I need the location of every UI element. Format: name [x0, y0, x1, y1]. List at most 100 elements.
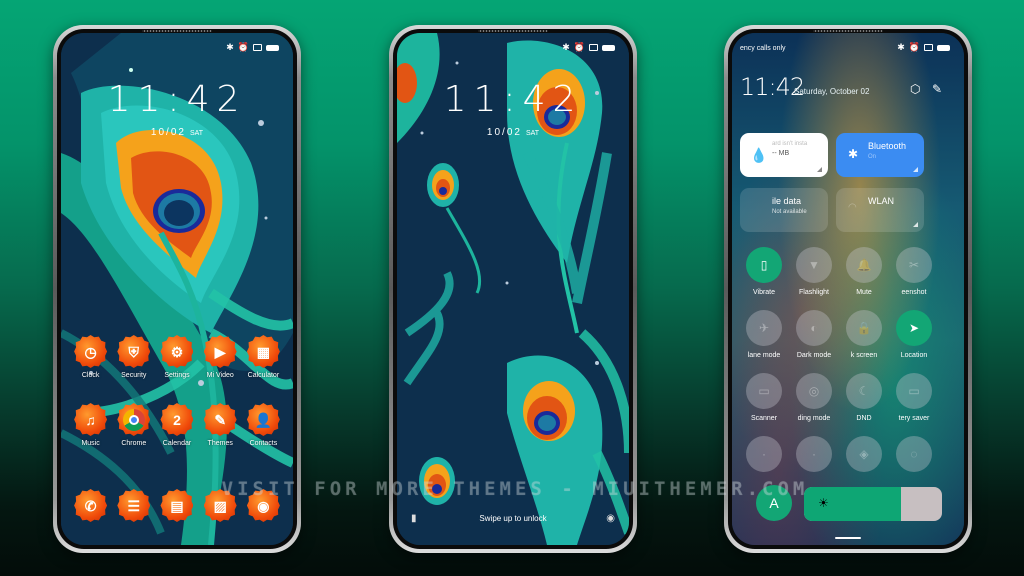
toggle-item-15[interactable]: ◌ [887, 436, 941, 472]
earpiece-speaker [478, 30, 548, 32]
person-icon: 👤 [247, 403, 280, 436]
phone-control-center: ency calls only ✱ ⏰ 11:42 Saturday, Octo… [724, 25, 972, 553]
toggle-item-14[interactable]: ◈ [837, 436, 891, 472]
phone-bezel: ✱ ⏰ 11:42 10/02 SAT ◷ Clock ⛨ Security ⚙ Setti… [57, 29, 297, 549]
toggle-label: ding mode [797, 415, 831, 422]
bluetooth-icon: ✱ [897, 42, 905, 52]
tile-wlan[interactable]: ◠ WLAN [836, 188, 924, 232]
home-indicator[interactable] [835, 537, 861, 539]
icon-glyph: ▦ [256, 343, 270, 360]
icon-glyph: 2 [173, 411, 181, 428]
app-phone[interactable]: ✆ [69, 489, 112, 522]
battery-icon [602, 44, 615, 51]
paintbrush-icon: ✎ [204, 403, 237, 436]
sim-icon [253, 44, 262, 51]
play-icon: ▶ [204, 335, 237, 368]
toggle-label: tery saver [898, 415, 930, 422]
app-mi-video[interactable]: ▶ Mi Video [199, 335, 242, 380]
settings-icon[interactable]: ⬡ [910, 82, 920, 96]
toggle-scanner[interactable]: ▭ Scanner [737, 373, 791, 422]
app-security[interactable]: ⛨ Security [112, 335, 155, 380]
app-contacts[interactable]: 👤 Contacts [242, 403, 285, 448]
app-message[interactable]: ☰ [112, 489, 155, 522]
water-drop-icon: 💧 [750, 147, 768, 163]
brightness-slider[interactable]: ☀ [804, 487, 942, 521]
toggle-item-12[interactable]: · [737, 436, 791, 472]
tile-storage[interactable]: 💧 ard isn't insta -- MB [740, 133, 828, 177]
date-text: 10/02 [150, 127, 186, 138]
bluetooth-icon: ✱ [848, 147, 859, 161]
tile-subtitle: On [868, 154, 877, 160]
toggle-tery-saver[interactable]: ▭ tery saver [887, 373, 941, 422]
toggle-ding-mode[interactable]: ◎ ding mode [787, 373, 841, 422]
notes-icon: ▤ [160, 489, 193, 522]
shield-icon: ⛨ [117, 335, 150, 368]
vibrate-icon: ▯ [746, 247, 782, 283]
tile-mobile-data[interactable]: ile data Not available [740, 188, 828, 232]
bluetooth-icon: ✱ [226, 42, 234, 52]
toggle-label: DND [856, 415, 872, 422]
toggle-mute[interactable]: 🔔 Mute [837, 247, 891, 296]
expand-corner-icon [817, 167, 822, 172]
day-text: SAT [189, 130, 204, 137]
bell-icon: 🔔 [846, 247, 882, 283]
phone-icon: ✆ [74, 489, 107, 522]
tile-title: WLAN [868, 196, 895, 206]
toggle-lane-mode[interactable]: ✈ lane mode [737, 310, 791, 359]
sim-icon [589, 44, 598, 51]
toggle-eenshot[interactable]: ✂ eenshot [887, 247, 941, 296]
toggle-flashlight[interactable]: ▼ Flashlight [787, 247, 841, 296]
phone-bezel: ency calls only ✱ ⏰ 11:42 Saturday, Octo… [728, 29, 968, 549]
icon-glyph: ✆ [84, 497, 97, 514]
auto-brightness-button[interactable]: A [756, 485, 792, 521]
app-label: Themes [207, 440, 233, 447]
icon-glyph: ♫ [85, 411, 96, 428]
control-center: ency calls only ✱ ⏰ 11:42 Saturday, Octo… [732, 33, 964, 545]
app-calendar[interactable]: 2 Calendar [155, 403, 198, 448]
home-clock-time: 11:42 [107, 79, 247, 120]
app-clock[interactable]: ◷ Clock [69, 335, 112, 380]
edit-icon[interactable]: ✎ [932, 82, 942, 96]
camera-shortcut-icon[interactable]: ◉ [606, 513, 615, 524]
toggle-vibrate[interactable]: ▯ Vibrate [737, 247, 791, 296]
app-camera[interactable]: ◉ [242, 489, 285, 522]
app-label: Calendar [162, 440, 192, 447]
home-clock-date: 10/02 SAT [61, 127, 293, 138]
toggle-label: eenshot [901, 289, 927, 296]
screenshot-icon: ✂ [896, 247, 932, 283]
app-label: Security [121, 372, 147, 379]
toggle-label: Dark mode [796, 352, 832, 359]
toggle-label: Vibrate [752, 289, 776, 296]
toggle-item-13[interactable]: · [787, 436, 841, 472]
toggle-label: Flashlight [799, 289, 829, 296]
app-gallery[interactable]: ▨ [199, 489, 242, 522]
message-icon: ☰ [117, 489, 150, 522]
toggle-dark-mode[interactable]: ◐ Dark mode [787, 310, 841, 359]
status-bar: ✱ ⏰ [897, 42, 950, 53]
app-themes[interactable]: ✎ Themes [199, 403, 242, 448]
lock-clock-time: 11:42 [443, 79, 583, 120]
toggle-location[interactable]: ➤ Location [887, 310, 941, 359]
app-music[interactable]: ♫ Music [69, 403, 112, 448]
day-text: SAT [525, 130, 540, 137]
tile-bluetooth[interactable]: ✱ Bluetooth On [836, 133, 924, 177]
sim-icon [924, 44, 933, 51]
control-center-date: Saturday, October 02 [794, 87, 870, 96]
icon-glyph: ◷ [84, 343, 97, 360]
cast-icon: ◈ [846, 436, 882, 472]
tile-subtitle: -- MB [772, 150, 790, 157]
chrome-icon [117, 403, 150, 436]
app-label: Contacts [249, 440, 278, 447]
app-chrome[interactable]: Chrome [112, 403, 155, 447]
icon-glyph: ⚙ [170, 343, 184, 360]
app-settings[interactable]: ⚙ Settings [155, 335, 198, 380]
toggle-dnd[interactable]: ☾ DND [837, 373, 891, 422]
clock-icon: ◷ [74, 335, 107, 368]
app-label: Chrome [121, 440, 147, 447]
location-arrow-icon: ➤ [896, 310, 932, 346]
toggle-k-screen[interactable]: 🔒 k screen [837, 310, 891, 359]
app-notes[interactable]: ▤ [155, 489, 198, 522]
app-calculator[interactable]: ▦ Calculator [242, 335, 285, 380]
scanner-icon: ▭ [746, 373, 782, 409]
icon-glyph: 👤 [254, 411, 273, 428]
